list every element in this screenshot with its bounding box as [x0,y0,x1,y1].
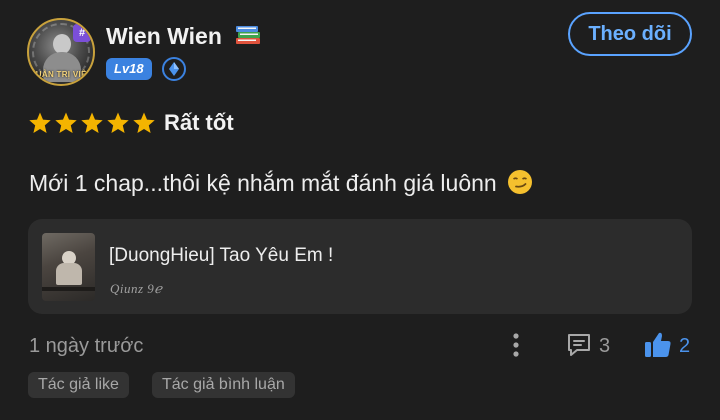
work-author-signature: Qiunz 9ℯ [110,281,163,296]
work-cover-image [42,233,95,301]
star-icon [81,112,103,133]
avatar-head [53,34,71,54]
avatar-frame-text: QUẢN TRỊ VIÊN [29,70,93,79]
smirk-emoji-icon [507,169,533,201]
comment-icon[interactable] [565,331,593,359]
referenced-work-card[interactable]: [DuongHieu] Tao Yêu Em ! Qiunz 9ℯ [28,219,692,314]
comment-text: Mới 1 chap...thôi kệ nhắm mắt đánh giá l… [29,169,533,201]
user-avatar[interactable]: # QUẢN TRỊ VIÊN [27,18,95,86]
tag-author-commented: Tác giả bình luận [152,372,295,398]
username[interactable]: Wien Wien [106,22,262,52]
cover-bar [42,287,95,291]
more-options-icon[interactable] [508,331,524,359]
like-count: 2 [679,335,691,357]
cover-figure-body [56,263,82,285]
rating-label: Rất tốt [164,110,234,135]
review-card: # QUẢN TRỊ VIÊN Wien Wien Lv18 Theo dõi [0,0,720,420]
thumbs-up-icon[interactable] [643,330,673,360]
star-icon [55,112,77,133]
username-text: Wien Wien [106,23,222,49]
work-title: [DuongHieu] Tao Yêu Em ! [109,245,334,266]
rank-diamond-icon [162,57,186,81]
star-icon [133,112,155,133]
comment-body: Mới 1 chap...thôi kệ nhắm mắt đánh giá l… [29,170,497,196]
star-icon [29,112,51,133]
avatar-badge: # [73,24,91,42]
tag-author-liked: Tác giả like [28,372,129,398]
comment-count: 3 [599,335,611,357]
level-badge: Lv18 [106,58,152,80]
star-icon [107,112,129,133]
follow-button[interactable]: Theo dõi [568,12,692,56]
timestamp: 1 ngày trước [29,335,144,357]
books-icon [234,22,262,52]
rating-stars [28,111,156,135]
